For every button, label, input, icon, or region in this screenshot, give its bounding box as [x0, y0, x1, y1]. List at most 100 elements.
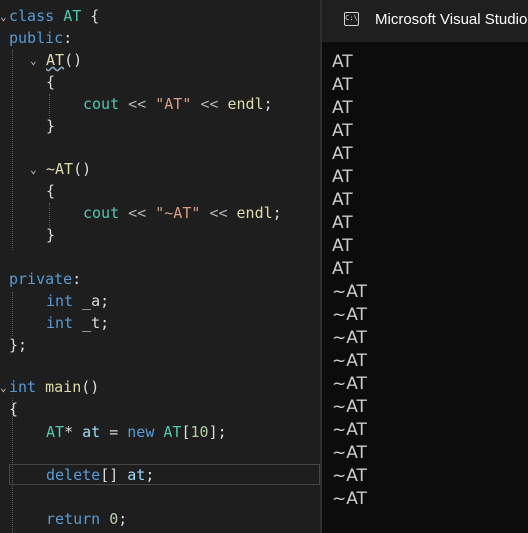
indent-guide [49, 94, 50, 118]
code-token: _t; [73, 314, 110, 332]
console-output-line: ~AT [332, 328, 367, 348]
console-window[interactable]: C:\ Microsoft Visual Studio AT AT AT AT AT AT… [322, 0, 528, 533]
code-token: [] [100, 466, 128, 484]
code-token: { [81, 7, 100, 25]
code-line[interactable]: }; [9, 335, 27, 356]
code-token: at [127, 466, 146, 484]
console-output-line: AT [332, 190, 353, 210]
code-token: return [46, 510, 101, 528]
fold-toggle-icon[interactable]: ⌄ [0, 6, 8, 27]
indent-guide [49, 203, 50, 227]
code-token: () [64, 51, 83, 69]
code-token: new [127, 423, 155, 441]
console-output-line: ~AT [332, 305, 367, 325]
console-output-line: AT [332, 144, 353, 164]
code-token: << [128, 95, 147, 113]
fold-toggle-icon[interactable]: ⌄ [30, 159, 38, 180]
code-editor[interactable]: ⌄ ⌄ ⌄ ⌄ class AT { public: AT() { cout <… [0, 0, 320, 533]
fold-toggle-icon[interactable]: ⌄ [0, 377, 8, 398]
code-line[interactable]: AT* at = new AT[10]; [46, 422, 227, 443]
code-token: public [9, 29, 64, 47]
code-token: "~AT" [155, 204, 201, 222]
code-token: "AT" [155, 95, 192, 113]
console-output-line: ~AT [332, 397, 367, 417]
code-token: * [64, 423, 83, 441]
code-token: } [46, 226, 56, 244]
console-output: AT AT AT AT AT AT AT AT AT AT ~AT ~AT ~AT ~AT ~AT ~AT ~A… [332, 51, 367, 511]
code-line[interactable]: private: [9, 269, 81, 290]
code-line[interactable]: AT() [46, 50, 82, 71]
console-output-line: AT [332, 259, 353, 279]
code-token: endl [227, 95, 264, 113]
code-token: AT [163, 423, 182, 441]
code-token: 10 [190, 423, 209, 441]
code-token: [ [181, 423, 191, 441]
console-output-line: ~AT [332, 466, 367, 486]
code-line[interactable]: { [46, 181, 55, 202]
console-output-line: AT [332, 98, 353, 118]
code-token: AT [46, 51, 65, 69]
code-line[interactable]: int main() [9, 377, 99, 398]
code-line[interactable]: cout << "~AT" << endl; [83, 203, 282, 224]
code-token: ; [263, 95, 273, 113]
console-output-line: AT [332, 52, 353, 72]
code-token: }; [9, 336, 28, 354]
code-line[interactable]: { [9, 399, 18, 420]
console-output-line: AT [332, 236, 353, 256]
code-token: : [63, 29, 73, 47]
code-line[interactable]: ~AT() [46, 159, 91, 180]
code-line[interactable]: int _t; [46, 313, 109, 334]
code-line[interactable]: cout << "AT" << endl; [83, 94, 273, 115]
code-token: << [209, 204, 228, 222]
code-token: int [46, 292, 74, 310]
console-titlebar[interactable]: C:\ Microsoft Visual Studio [322, 0, 528, 42]
console-output-line: ~AT [332, 351, 367, 371]
code-token: class [9, 7, 55, 25]
code-token: { [46, 182, 56, 200]
code-token: = [100, 423, 128, 441]
code-token: ~AT [46, 160, 74, 178]
code-line[interactable]: class AT { [9, 6, 99, 27]
code-token: ; [145, 466, 155, 484]
fold-toggle-icon[interactable]: ⌄ [30, 50, 38, 71]
code-token: ]; [208, 423, 227, 441]
code-token: } [46, 117, 56, 135]
console-output-line: ~AT [332, 282, 367, 302]
code-token: int [46, 314, 74, 332]
console-output-line: AT [332, 213, 353, 233]
code-token: private [9, 270, 73, 288]
code-line[interactable]: delete[] at; [46, 465, 154, 486]
code-token: _a; [73, 292, 110, 310]
console-output-line: ~AT [332, 443, 367, 463]
console-output-line: AT [332, 75, 353, 95]
console-title: Microsoft Visual Studio [375, 11, 528, 28]
console-output-line: AT [332, 121, 353, 141]
code-token: << [200, 95, 219, 113]
code-line[interactable]: { [46, 72, 55, 93]
code-token: delete [46, 466, 101, 484]
code-token: () [81, 378, 100, 396]
code-token: main [45, 378, 82, 396]
code-line[interactable]: return 0; [46, 509, 127, 530]
code-line[interactable]: public: [9, 28, 72, 49]
code-line[interactable]: int _a; [46, 291, 109, 312]
code-token: ; [118, 510, 128, 528]
console-icon: C:\ [344, 12, 359, 26]
code-token: endl [236, 204, 273, 222]
code-token: at [82, 423, 101, 441]
code-token: () [73, 160, 92, 178]
console-output-line: AT [332, 167, 353, 187]
indent-guide [12, 292, 13, 336]
code-line[interactable]: } [46, 225, 55, 246]
code-line[interactable]: } [46, 116, 55, 137]
console-output-line: ~AT [332, 374, 367, 394]
code-token: ; [272, 204, 282, 222]
console-output-line: ~AT [332, 420, 367, 440]
